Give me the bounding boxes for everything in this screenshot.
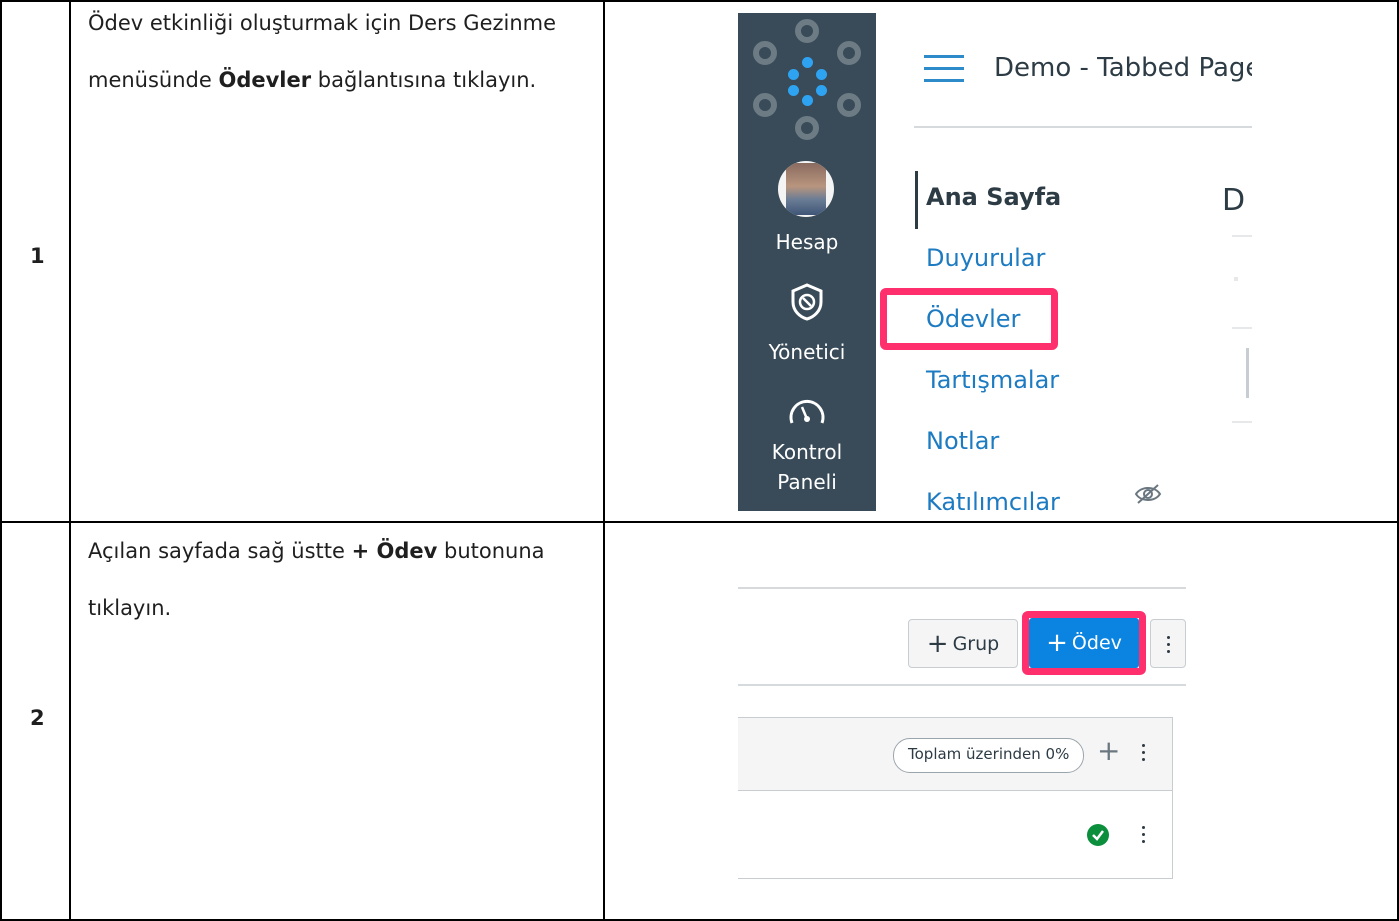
course-nav-item-people[interactable]: Katılımcılar — [926, 488, 1060, 511]
dashboard-icon[interactable] — [788, 395, 826, 427]
nav-dashboard-label-2[interactable]: Paneli — [738, 467, 876, 497]
assignments-toolbar-screenshot: + Grup + Ödev Toplam üzerinden 0% + — [738, 575, 1188, 885]
table-border-left — [0, 0, 2, 921]
step-number: 2 — [30, 706, 45, 730]
hamburger-menu-icon[interactable] — [924, 55, 964, 83]
course-area: Demo - Tabbed Page Ana Sayfa Duyurular Ö… — [876, 13, 1252, 511]
add-assignment-to-group-icon[interactable]: + — [1097, 734, 1120, 767]
divider — [1232, 235, 1252, 237]
breadcrumb[interactable]: Demo - Tabbed Page — [994, 53, 1252, 83]
published-check-icon[interactable] — [1087, 824, 1109, 846]
group-weight-badge: Toplam üzerinden 0% — [893, 738, 1085, 773]
assignment-group: Toplam üzerinden 0% + — [738, 717, 1173, 879]
add-assignment-button[interactable]: + Ödev — [1029, 618, 1139, 668]
course-nav-item-home[interactable]: Ana Sayfa — [926, 183, 1061, 211]
assignment-group-header: Toplam üzerinden 0% + — [738, 718, 1172, 791]
avatar[interactable] — [778, 161, 834, 217]
course-nav-item-grades[interactable]: Notlar — [926, 427, 999, 455]
add-group-button[interactable]: + Grup — [908, 619, 1018, 668]
step-number: 1 — [30, 244, 45, 268]
course-nav-item-announcements[interactable]: Duyurular — [926, 244, 1045, 272]
divider — [1246, 348, 1249, 398]
step-description: Ödev etkinliği oluşturmak için Ders Gezi… — [88, 11, 557, 92]
divider — [1234, 277, 1238, 281]
course-nav-item-discussions[interactable]: Tartışmalar — [926, 366, 1059, 394]
divider — [738, 587, 1186, 589]
global-nav: Hesap Yönetici Kontrol Paneli — [738, 13, 876, 511]
divider — [738, 684, 1186, 686]
group-menu-icon[interactable] — [1142, 744, 1146, 765]
canvas-logo-icon — [738, 13, 876, 148]
nav-admin-label[interactable]: Yönetici — [738, 337, 876, 367]
table-col-divider-1 — [69, 0, 71, 921]
more-options-button[interactable] — [1150, 619, 1186, 668]
shield-icon[interactable] — [789, 283, 825, 321]
step-description: Açılan sayfada sağ üstte + Ödev butonuna… — [88, 539, 545, 620]
eye-off-icon — [1134, 484, 1162, 504]
nav-account-label[interactable]: Hesap — [738, 227, 876, 257]
page-heading-fragment: D — [1222, 183, 1246, 218]
course-nav-screenshot: Hesap Yönetici Kontrol Paneli Demo - Tab… — [738, 13, 1252, 511]
course-nav-item-assignments[interactable]: Ödevler — [926, 305, 1020, 333]
active-indicator — [915, 171, 918, 229]
item-menu-icon[interactable] — [1142, 826, 1146, 847]
table-col-divider-2 — [603, 0, 605, 921]
divider — [1232, 421, 1252, 423]
divider — [914, 126, 1252, 128]
divider — [1232, 327, 1252, 329]
nav-dashboard-label-1[interactable]: Kontrol — [738, 437, 876, 467]
